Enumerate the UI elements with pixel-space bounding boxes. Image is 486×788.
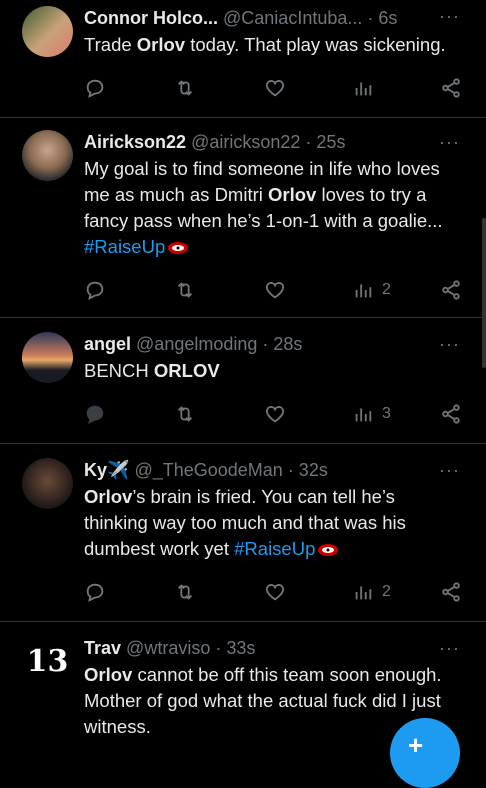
tweet-header: Ky✈️ @_TheGoodeMan · 32s [84, 458, 446, 482]
avatar[interactable] [22, 332, 73, 383]
retweet-icon [177, 282, 193, 298]
tweet-time[interactable]: · 6s [367, 8, 397, 28]
retweet-button[interactable] [174, 76, 196, 100]
tweet-header: Airickson22 @airickson22 · 25s [84, 130, 446, 154]
tweet-text: My goal is to find someone in life who l… [84, 158, 443, 257]
reply-icon [86, 405, 104, 424]
hashtag-link[interactable]: #RaiseUp [234, 538, 315, 559]
author-name[interactable]: Trav [84, 638, 121, 658]
scrollbar[interactable] [482, 218, 486, 368]
avatar[interactable] [22, 458, 73, 509]
tweet-4[interactable]: Ky✈️ @_TheGoodeMan · 32s Orlov’s brain i… [0, 444, 486, 622]
share-button[interactable] [440, 402, 462, 426]
author-handle[interactable]: @wtraviso [126, 638, 210, 658]
retweet-icon [177, 584, 193, 600]
share-icon [442, 280, 460, 300]
heart-icon [265, 282, 285, 299]
tweet-header: Connor Holco... @CaniacIntuba... · 6s [84, 6, 446, 30]
heart-icon [265, 80, 285, 97]
avatar[interactable] [22, 130, 73, 181]
tweet-header: Trav @wtraviso · 33s [84, 636, 446, 660]
author-handle[interactable]: @angelmoding [136, 334, 257, 354]
author-handle[interactable]: @_TheGoodeMan [134, 460, 282, 480]
views-count: 3 [382, 405, 391, 422]
author-name[interactable]: Ky✈️ [84, 460, 129, 480]
views-icon [355, 408, 372, 422]
share-button[interactable] [440, 278, 462, 302]
heart-icon [265, 584, 285, 601]
hurricanes-logo-icon [318, 544, 339, 557]
compose-plus-icon: + [408, 730, 424, 760]
tweet-3[interactable]: angel @angelmoding · 28s BENCH ORLOV ···… [0, 318, 486, 444]
tweet-1[interactable]: Connor Holco... @CaniacIntuba... · 6s Tr… [0, 0, 486, 118]
author-name[interactable]: angel [84, 334, 131, 354]
author-handle[interactable]: @airickson22 [191, 132, 300, 152]
views-button[interactable]: 3 [352, 402, 391, 426]
retweet-icon [177, 406, 193, 422]
more-options-button[interactable]: ··· [439, 638, 460, 659]
retweet-button[interactable] [174, 580, 196, 604]
tweet-2[interactable]: Airickson22 @airickson22 · 25s My goal i… [0, 118, 486, 318]
retweet-button[interactable] [174, 278, 196, 302]
views-icon [355, 284, 372, 298]
tweet-time[interactable]: · 28s [262, 334, 302, 354]
tweet-time[interactable]: · 32s [288, 460, 328, 480]
avatar[interactable]: 13 [22, 636, 73, 687]
share-icon [442, 582, 460, 602]
more-options-button[interactable]: ··· [439, 132, 460, 153]
tweet-text: Orlov’s brain is fried. You can tell he’… [84, 486, 406, 559]
reply-button[interactable] [84, 278, 106, 302]
views-icon [355, 82, 372, 96]
tweet-header: angel @angelmoding · 28s [84, 332, 446, 356]
share-button[interactable] [440, 76, 462, 100]
tweet-time[interactable]: · 33s [215, 638, 255, 658]
reply-icon [86, 281, 104, 300]
like-button[interactable] [264, 402, 286, 426]
tweet-text: Trade Orlov today. That play was sickeni… [84, 34, 446, 55]
share-icon [442, 404, 460, 424]
reply-icon [86, 79, 104, 98]
more-options-button[interactable]: ··· [439, 460, 460, 481]
author-name[interactable]: Connor Holco... [84, 8, 218, 28]
avatar[interactable] [22, 6, 73, 57]
reply-icon [86, 583, 104, 602]
author-name[interactable]: Airickson22 [84, 132, 186, 152]
tweet-text: BENCH ORLOV [84, 360, 220, 381]
compose-button[interactable]: + [390, 718, 460, 788]
retweet-icon [177, 80, 193, 96]
reply-button[interactable] [84, 580, 106, 604]
share-icon [442, 78, 460, 98]
heart-icon [265, 406, 285, 423]
views-count: 2 [382, 583, 391, 600]
more-options-button[interactable]: ··· [439, 334, 460, 355]
author-handle[interactable]: @CaniacIntuba... [223, 8, 362, 28]
like-button[interactable] [264, 580, 286, 604]
reply-button[interactable] [84, 402, 106, 426]
tweet-time[interactable]: · 25s [305, 132, 345, 152]
views-button[interactable]: 2 [352, 580, 391, 604]
tweet-text: Orlov cannot be off this team soon enoug… [84, 664, 442, 737]
retweet-button[interactable] [174, 402, 196, 426]
like-button[interactable] [264, 76, 286, 100]
hurricanes-logo-icon [168, 242, 189, 255]
hashtag-link[interactable]: #RaiseUp [84, 236, 165, 257]
more-options-button[interactable]: ··· [439, 6, 460, 27]
views-button[interactable] [352, 76, 382, 100]
reply-button[interactable] [84, 76, 106, 100]
views-count: 2 [382, 281, 391, 298]
avatar-number: 13 [26, 644, 69, 679]
share-button[interactable] [440, 580, 462, 604]
like-button[interactable] [264, 278, 286, 302]
views-icon [355, 586, 372, 600]
views-button[interactable]: 2 [352, 278, 391, 302]
